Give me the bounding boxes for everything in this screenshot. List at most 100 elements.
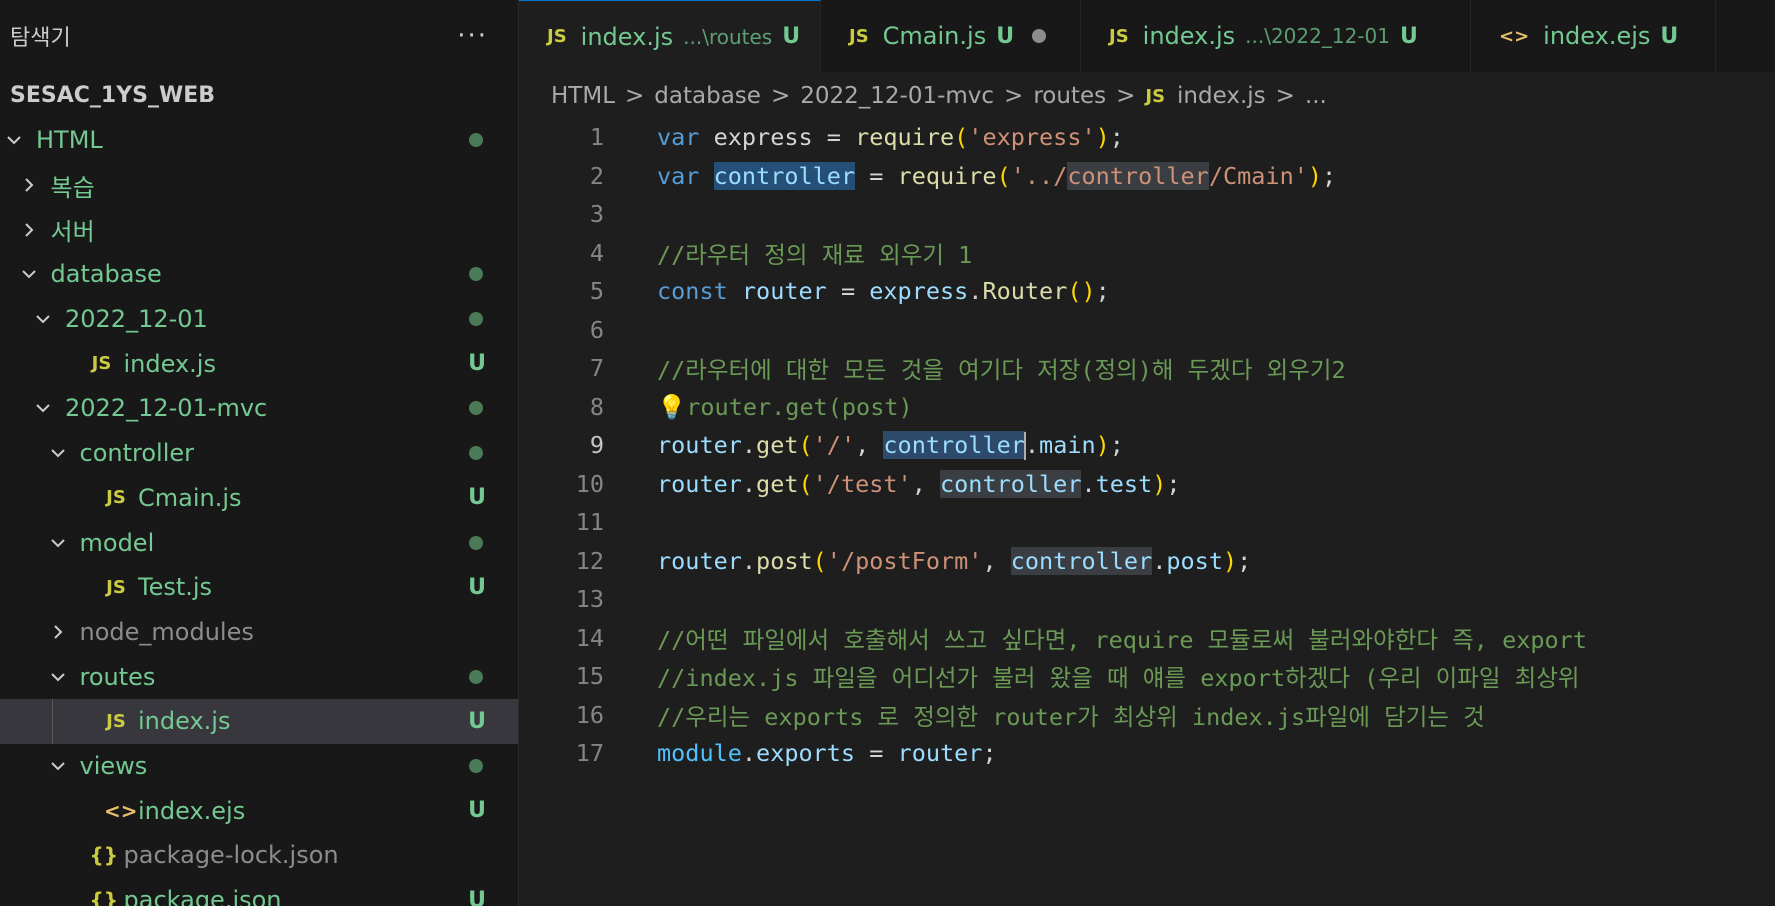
- tab-filename: Cmain.js: [882, 22, 987, 50]
- code-token: main: [1039, 430, 1096, 459]
- code-token: .: [968, 277, 983, 306]
- code-token: ): [1095, 430, 1110, 459]
- tree-item[interactable]: node_modules: [0, 610, 518, 655]
- code-token: test: [1095, 469, 1153, 498]
- tree-item[interactable]: 2022_12-01-mvc: [0, 386, 518, 431]
- code-token: exports: [756, 739, 856, 768]
- tab-git-status: U: [782, 24, 801, 49]
- tab-git-status: U: [1399, 23, 1418, 49]
- code-token: '/postForm': [826, 546, 983, 575]
- git-status-dot: [469, 758, 483, 773]
- editor-tab[interactable]: JS index.js ...\2022_12-01 U: [1081, 0, 1471, 72]
- tab-filename: index.ejs: [1543, 22, 1651, 50]
- editor-tab[interactable]: JS Cmain.js U: [821, 0, 1081, 72]
- chevron-down-icon[interactable]: [33, 309, 53, 329]
- chevron-right-icon: >: [625, 83, 645, 109]
- breadcrumb-item[interactable]: database: [654, 83, 761, 109]
- unsaved-dot-icon[interactable]: [1032, 29, 1047, 43]
- breadcrumb-item[interactable]: 2022_12-01-mvc: [800, 83, 994, 109]
- lightbulb-icon[interactable]: 💡: [657, 393, 686, 421]
- code-content: //라우터 정의 재료 외우기 1: [657, 236, 972, 270]
- git-status-untracked: U: [468, 887, 486, 906]
- code-content: 💡router.get(post): [657, 393, 913, 421]
- code-content: router.post('/postForm', controller.post…: [657, 546, 1251, 575]
- git-status-untracked: U: [468, 574, 486, 600]
- ejs-file-icon: <>: [1499, 25, 1530, 47]
- code-content: module.exports = router;: [657, 739, 997, 767]
- chevron-down-icon[interactable]: [33, 398, 53, 418]
- tree-item[interactable]: JS index.js U: [0, 341, 518, 386]
- tree-item[interactable]: 서버: [0, 207, 518, 252]
- tree-item[interactable]: views: [0, 744, 518, 789]
- chevron-down-icon[interactable]: [48, 443, 68, 463]
- code-token: require: [855, 123, 955, 152]
- tree-item[interactable]: 복습: [0, 163, 518, 208]
- line-number: 15: [575, 662, 604, 691]
- chevron-right-icon[interactable]: [19, 220, 39, 240]
- chevron-down-icon[interactable]: [48, 533, 68, 553]
- json-file-icon: {}: [89, 888, 118, 906]
- code-token: var: [657, 123, 700, 152]
- tree-item[interactable]: {} package-lock.json: [0, 833, 518, 878]
- code-token: .: [1152, 546, 1167, 575]
- tree-item[interactable]: model: [0, 520, 518, 565]
- tree-item[interactable]: HTML: [0, 118, 518, 163]
- code-token: require: [897, 161, 997, 190]
- git-status-dot: [469, 312, 483, 327]
- line-number: 7: [589, 354, 604, 383]
- js-file-icon: JS: [106, 487, 126, 509]
- chevron-down-icon[interactable]: [48, 667, 68, 687]
- code-token: (): [1067, 277, 1096, 306]
- code-token: '../: [1010, 161, 1068, 190]
- chevron-down-icon[interactable]: [48, 756, 68, 776]
- code-token: router.get(post): [686, 392, 913, 421]
- breadcrumb-symbol[interactable]: ...: [1305, 83, 1327, 109]
- code-line: 2 var controller = require('../controller…: [519, 157, 1775, 196]
- js-file-icon: JS: [106, 710, 126, 732]
- breadcrumb-file[interactable]: index.js: [1177, 83, 1266, 109]
- line-number: 5: [589, 277, 604, 306]
- code-content: const router = express.Router();: [657, 277, 1110, 305]
- chevron-down-icon[interactable]: [4, 130, 24, 150]
- tree-item-label: 2022_12-01-mvc: [65, 394, 268, 423]
- tree-item[interactable]: <> index.ejs U: [0, 788, 518, 833]
- tree-item-label: views: [79, 751, 148, 780]
- editor-tab[interactable]: JS index.js ...\routes U: [519, 0, 821, 72]
- code-token: .: [1024, 430, 1040, 459]
- tree-item[interactable]: JS Cmain.js U: [0, 476, 518, 521]
- code-content: router.get('/', controller.main);: [657, 430, 1124, 460]
- code-line: 16 //우리는 exports 로 정의한 router가 최상위 index.…: [519, 696, 1775, 735]
- code-content: //어떤 파일에서 호출해서 쓰고 싶다면, require 모듈로써 불러와야…: [657, 621, 1587, 655]
- tree-item-label: model: [79, 528, 155, 557]
- ellipsis-icon[interactable]: ···: [457, 21, 488, 51]
- breadcrumb-item[interactable]: routes: [1033, 83, 1106, 109]
- chevron-right-icon[interactable]: [48, 622, 68, 642]
- chevron-down-icon[interactable]: [19, 264, 39, 284]
- chevron-right-icon: >: [770, 83, 791, 109]
- tree-item[interactable]: routes: [0, 654, 518, 699]
- code-line: 14 //어떤 파일에서 호출해서 쓰고 싶다면, require 모듈로써 불러…: [519, 619, 1775, 658]
- tree-item[interactable]: database: [0, 252, 518, 297]
- workspace-root[interactable]: SESAC_1YS_WEB: [0, 72, 518, 118]
- code-token: var: [657, 161, 700, 190]
- code-line: 4 //라우터 정의 재료 외우기 1: [519, 234, 1775, 273]
- tree-item[interactable]: JS Test.js U: [0, 565, 518, 610]
- tree-item[interactable]: JS index.js U: [0, 698, 518, 744]
- chevron-right-icon[interactable]: [19, 175, 39, 195]
- editor-tab[interactable]: <> index.ejs U: [1471, 0, 1716, 72]
- code-token: //우리는 exports 로 정의한 router가 최상위 index.js…: [657, 702, 1485, 731]
- code-line: 7 //라우터에 대한 모든 것을 여기다 저장(정의)해 두겠다 외우기2: [519, 349, 1775, 388]
- breadcrumb-item[interactable]: HTML: [551, 83, 615, 109]
- line-number: 6: [589, 315, 604, 344]
- explorer-sidebar: 탐색기 ··· SESAC_1YS_WEB HTML 복습 서버 database 20…: [0, 0, 519, 906]
- tree-item[interactable]: {} package.json U: [0, 878, 518, 906]
- tree-item[interactable]: 2022_12-01: [0, 297, 518, 342]
- code-token: post: [756, 546, 813, 575]
- tree-item[interactable]: controller: [0, 431, 518, 476]
- code-editor[interactable]: 1 var express = require('express'); 2 var c…: [519, 118, 1775, 906]
- tree-item-label: routes: [79, 662, 156, 691]
- line-number: 13: [575, 585, 604, 614]
- code-token: //index.js 파일을 어디선가 불러 왔을 때 얘를 export하겠다…: [657, 664, 1580, 693]
- ejs-file-icon: <>: [104, 798, 138, 823]
